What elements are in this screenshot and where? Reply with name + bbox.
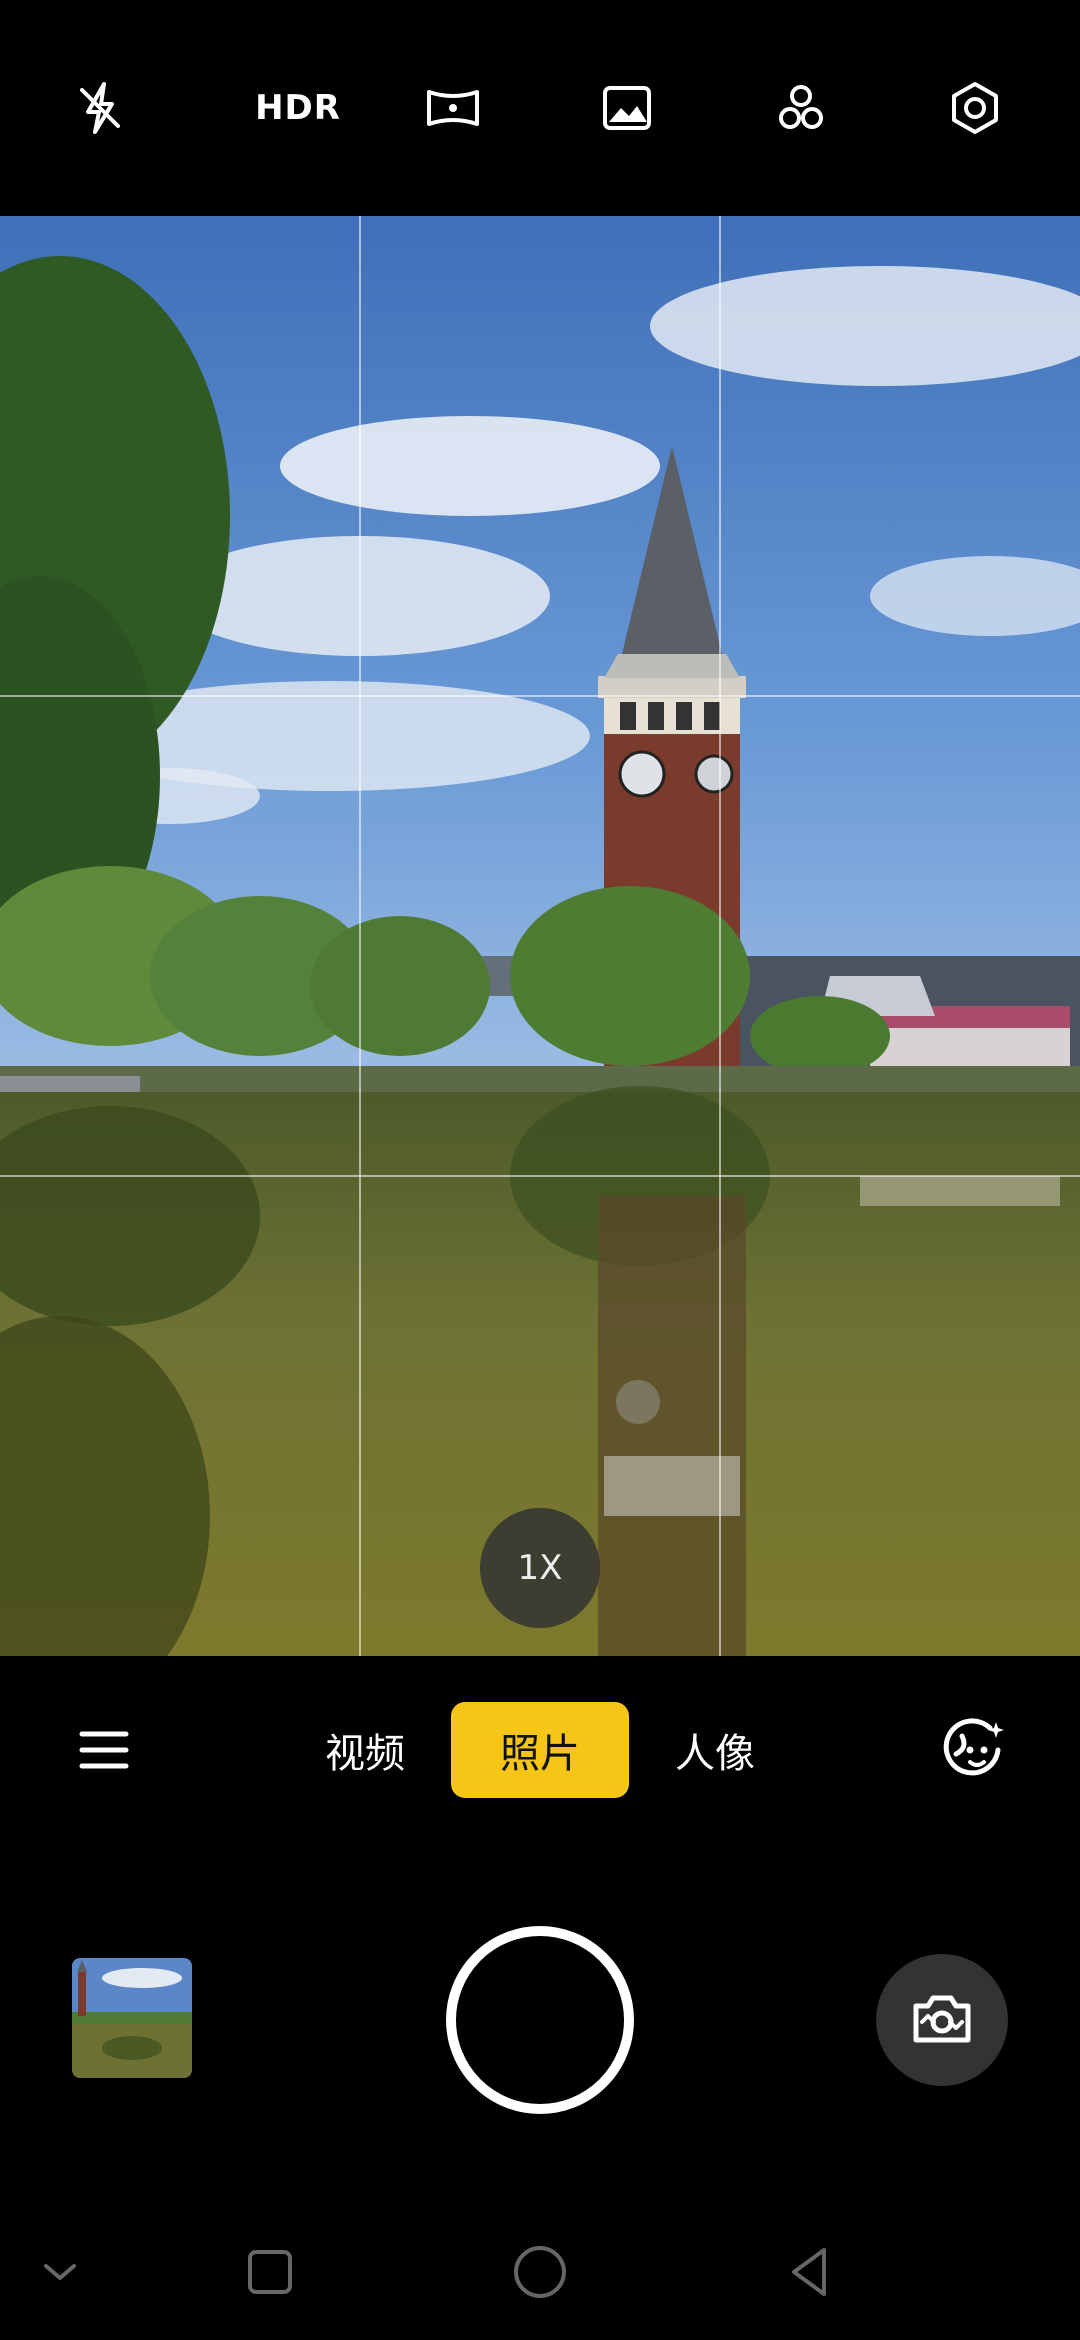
hdr-button[interactable]: HDR [238,68,358,148]
image-ratio-icon[interactable] [587,68,667,148]
shutter-button[interactable] [446,1926,634,2114]
home-circle-icon[interactable] [508,2240,572,2304]
camera-preview-image [0,216,1080,1656]
zoom-button[interactable]: 1X [480,1508,600,1628]
flash-off-icon[interactable] [60,68,140,148]
top-toolbar: HDR [0,0,1080,216]
grid-line-vertical-2 [719,216,721,1656]
grid-line-vertical-1 [359,216,361,1656]
gallery-thumbnail[interactable] [72,1958,192,2078]
switch-camera-button[interactable] [876,1954,1008,2086]
mode-portrait[interactable]: 人像 [650,1702,780,1798]
system-nav-bar [0,2200,1080,2340]
capture-controls [0,1836,1080,2136]
camera-viewfinder[interactable]: 1X [0,216,1080,1656]
hide-nav-chevron-down-icon[interactable] [28,2240,92,2304]
mode-photo[interactable]: 照片 [451,1702,629,1798]
menu-icon[interactable] [72,1718,136,1782]
grid-line-horizontal-1 [0,695,1080,697]
beauty-face-icon[interactable] [940,1714,1010,1784]
mode-video[interactable]: 视频 [300,1702,430,1798]
settings-icon[interactable] [935,68,1015,148]
filters-icon[interactable] [761,68,841,148]
hdr-label: HDR [255,88,341,128]
grid-line-horizontal-2 [0,1175,1080,1177]
mode-bar: 视频 照片 人像 [0,1656,1080,1836]
panorama-icon[interactable] [413,68,493,148]
switch-camera-icon [913,1995,971,2043]
recents-square-icon[interactable] [238,2240,302,2304]
gallery-thumbnail-image [72,1958,192,2078]
back-triangle-icon[interactable] [778,2240,842,2304]
